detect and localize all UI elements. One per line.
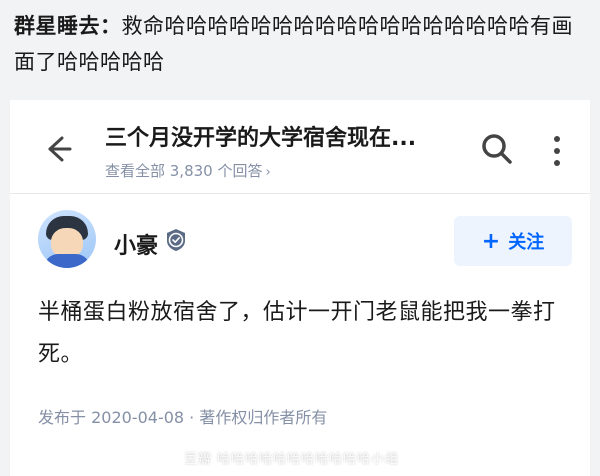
answer-author-row: 小豪 + 关注	[10, 210, 590, 280]
question-header: 三个月没开学的大学宿舍现在... 查看全部 3,830 个回答 ›	[10, 100, 590, 194]
answer-body: 半桶蛋白粉放宿舍了，估计一开门老鼠能把我一拳打死。	[38, 300, 556, 367]
badge-icon	[167, 229, 185, 251]
avatar[interactable]	[38, 210, 96, 268]
chevron-right-icon: ›	[265, 165, 271, 180]
author-name[interactable]: 小豪	[114, 228, 158, 260]
comment-author: 群星睡去	[14, 14, 100, 38]
view-all-answers-link[interactable]: 查看全部 3,830 个回答 ›	[105, 160, 271, 181]
watermark: 豆瓣 哈哈哈哈哈哈哈哈哈哈哈小组	[184, 452, 400, 467]
view-all-answers-label: 查看全部 3,830 个回答	[105, 162, 263, 180]
answer-card: 三个月没开学的大学宿舍现在... 查看全部 3,830 个回答 › 小豪 + 关注	[10, 100, 590, 476]
plus-icon: +	[481, 228, 501, 254]
search-icon[interactable]	[480, 132, 514, 166]
post-meta: 发布于 2020-04-08 · 著作权归作者所有	[38, 408, 328, 427]
back-arrow-icon[interactable]	[40, 132, 74, 166]
more-vertical-icon[interactable]	[548, 134, 566, 168]
follow-button[interactable]: + 关注	[454, 216, 572, 266]
comment-separator: ：	[100, 14, 122, 38]
question-title[interactable]: 三个月没开学的大学宿舍现在...	[105, 120, 475, 152]
top-comment: 群星睡去：救命哈哈哈哈哈哈哈哈哈哈哈哈哈哈哈哈哈有画面了哈哈哈哈哈	[14, 8, 586, 80]
follow-label: 关注	[508, 232, 545, 253]
